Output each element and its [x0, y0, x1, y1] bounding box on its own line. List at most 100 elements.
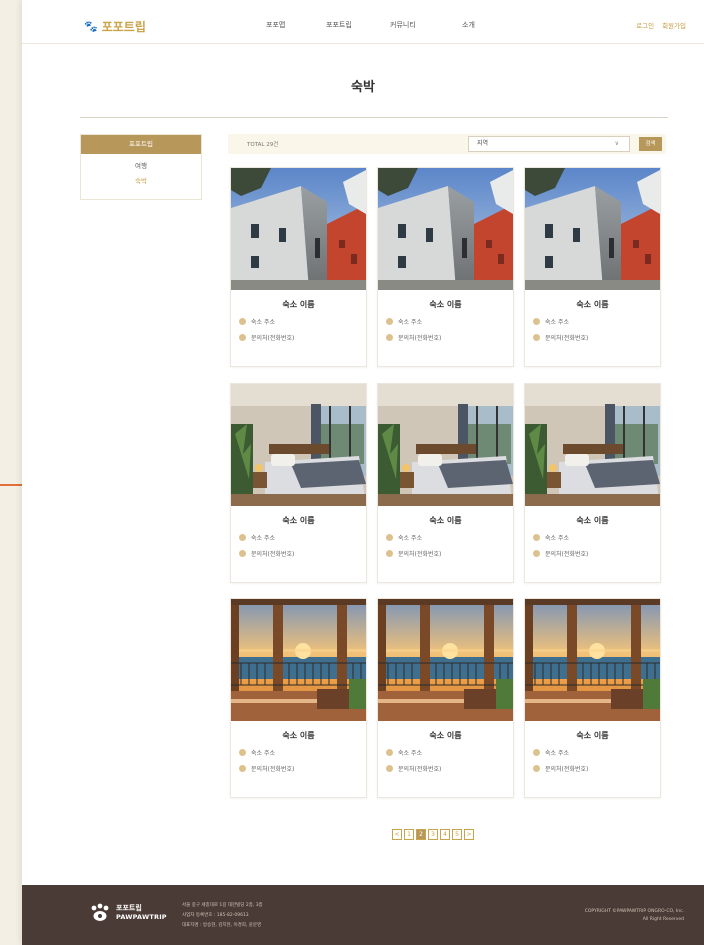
lodging-photo[interactable] — [378, 599, 513, 721]
nav-item-community[interactable]: 커뮤니티 — [390, 20, 462, 30]
footer-business-number: 사업자 등록번호 : 185-82-09613 — [182, 913, 249, 918]
page-1[interactable]: 1 — [404, 829, 414, 840]
lodging-photo[interactable] — [525, 384, 660, 506]
site-header: 🐾 포포트립 포포맵 포포트립 커뮤니티 소개 로그인 회원가입 — [22, 0, 704, 44]
lodging-photo[interactable] — [378, 168, 513, 290]
lodging-address: 숙소 주소 — [398, 750, 422, 757]
site-footer: 포포트립 PAWPAWTRIP 서울 중구 세종대로 1길 대한빌딩 2층, 3… — [22, 885, 704, 945]
paw-icon: 🐾 — [84, 20, 98, 33]
lodging-card[interactable]: 숙소 이름 숙소 주소 문의처(전화번호) — [230, 598, 367, 798]
lodging-address-row: 숙소 주소 — [239, 317, 366, 326]
next-page-button[interactable]: > — [464, 829, 474, 840]
lodging-contact-row: 문의처(전화번호) — [533, 764, 660, 773]
lodging-address: 숙소 주소 — [251, 750, 275, 757]
lodging-card[interactable]: 숙소 이름 숙소 주소 문의처(전화번호) — [377, 598, 514, 798]
footer-copyright: COPYRIGHT ©PAWPAWTRIP ONGRO-CO, Inc. All… — [585, 908, 684, 924]
lodging-address-row: 숙소 주소 — [386, 533, 513, 542]
phone-icon — [239, 765, 246, 772]
lodging-card[interactable]: 숙소 이름 숙소 주소 문의처(전화번호) — [524, 383, 661, 583]
lodging-name[interactable]: 숙소 이름 — [231, 730, 366, 741]
nav-item-map[interactable]: 포포맵 — [266, 20, 326, 30]
lodging-photo[interactable] — [231, 599, 366, 721]
location-icon — [386, 318, 393, 325]
lodging-contact: 문의처(전화번호) — [251, 551, 295, 558]
lodging-photo[interactable] — [378, 384, 513, 506]
logo-text: 포포트립 — [101, 20, 146, 34]
region-select[interactable]: 지역 ∨ — [468, 136, 630, 152]
side-marker — [0, 484, 22, 486]
lodging-name[interactable]: 숙소 이름 — [231, 299, 366, 310]
lodging-address: 숙소 주소 — [251, 319, 275, 326]
page-3[interactable]: 3 — [428, 829, 438, 840]
lodging-card[interactable]: 숙소 이름 숙소 주소 문의처(전화번호) — [377, 383, 514, 583]
chevron-down-icon: ∨ — [614, 140, 619, 147]
lodging-address-row: 숙소 주소 — [239, 748, 366, 757]
lodging-name[interactable]: 숙소 이름 — [378, 299, 513, 310]
lodging-name[interactable]: 숙소 이름 — [378, 730, 513, 741]
login-link[interactable]: 로그인 — [636, 20, 654, 30]
total-count: TOTAL 29건 — [247, 142, 279, 148]
footer-representatives: 대표자명 : 방승현, 김지현, 이경희, 윤문영 — [182, 923, 262, 928]
page-2[interactable]: 2 — [416, 829, 426, 840]
lodging-name[interactable]: 숙소 이름 — [525, 299, 660, 310]
phone-icon — [386, 334, 393, 341]
sidebar-heading: 포포트립 — [81, 135, 201, 154]
nav-item-trip[interactable]: 포포트립 — [326, 20, 390, 30]
lodging-photo[interactable] — [231, 384, 366, 506]
search-button[interactable]: 검색 — [639, 137, 662, 151]
lodging-address-row: 숙소 주소 — [239, 533, 366, 542]
phone-icon — [386, 765, 393, 772]
lodging-name[interactable]: 숙소 이름 — [525, 730, 660, 741]
page-4[interactable]: 4 — [440, 829, 450, 840]
lodging-card[interactable]: 숙소 이름 숙소 주소 문의처(전화번호) — [230, 383, 367, 583]
lodging-card[interactable]: 숙소 이름 숙소 주소 문의처(전화번호) — [524, 167, 661, 367]
lodging-address: 숙소 주소 — [545, 319, 569, 326]
lodging-name[interactable]: 숙소 이름 — [525, 515, 660, 526]
lodging-photo[interactable] — [525, 599, 660, 721]
lodging-name[interactable]: 숙소 이름 — [378, 515, 513, 526]
lodging-contact-row: 문의처(전화번호) — [386, 549, 513, 558]
lodging-card[interactable]: 숙소 이름 숙소 주소 문의처(전화번호) — [524, 598, 661, 798]
location-icon — [239, 534, 246, 541]
sidebar-item-travel[interactable]: 여행 — [81, 160, 201, 170]
lodging-contact: 문의처(전화번호) — [398, 766, 442, 773]
lodging-contact: 문의처(전화번호) — [545, 551, 589, 558]
location-icon — [533, 749, 540, 756]
prev-page-button[interactable]: < — [392, 829, 402, 840]
lodging-address: 숙소 주소 — [398, 319, 422, 326]
main-nav: 포포맵 포포트립 커뮤니티 소개 — [266, 20, 502, 30]
lodging-contact-row: 문의처(전화번호) — [533, 333, 660, 342]
phone-icon — [533, 765, 540, 772]
lodging-address: 숙소 주소 — [545, 535, 569, 542]
location-icon — [533, 318, 540, 325]
phone-icon — [239, 334, 246, 341]
lodging-contact-row: 문의처(전화번호) — [239, 764, 366, 773]
lodging-address-row: 숙소 주소 — [533, 533, 660, 542]
filter-bar: TOTAL 29건 지역 ∨ 검색 — [228, 134, 666, 154]
lodging-contact: 문의처(전화번호) — [251, 766, 295, 773]
lodging-card[interactable]: 숙소 이름 숙소 주소 문의처(전화번호) — [377, 167, 514, 367]
lodging-photo[interactable] — [525, 168, 660, 290]
sidebar-item-lodging[interactable]: 숙박 — [81, 175, 201, 185]
nav-item-about[interactable]: 소개 — [462, 20, 502, 30]
lodging-contact: 문의처(전화번호) — [398, 551, 442, 558]
copyright-line-1: COPYRIGHT ©PAWPAWTRIP ONGRO-CO, Inc. — [584, 909, 684, 914]
lodging-address-row: 숙소 주소 — [386, 748, 513, 757]
lodging-name[interactable]: 숙소 이름 — [231, 515, 366, 526]
phone-icon — [533, 550, 540, 557]
lodging-contact-row: 문의처(전화번호) — [239, 333, 366, 342]
footer-brand-en: PAWPAWTRIP — [116, 913, 167, 921]
lodging-photo[interactable] — [231, 168, 366, 290]
lodging-contact-row: 문의처(전화번호) — [386, 764, 513, 773]
category-sidebar: 포포트립 여행 숙박 — [80, 134, 202, 200]
location-icon — [239, 318, 246, 325]
lodging-contact-row: 문의처(전화번호) — [533, 549, 660, 558]
lodging-address: 숙소 주소 — [398, 535, 422, 542]
page-5[interactable]: 5 — [452, 829, 462, 840]
lodging-card[interactable]: 숙소 이름 숙소 주소 문의처(전화번호) — [230, 167, 367, 367]
lodging-contact-row: 문의처(전화번호) — [386, 333, 513, 342]
signup-link[interactable]: 회원가입 — [662, 20, 686, 30]
site-logo[interactable]: 🐾 포포트립 — [84, 18, 146, 35]
copyright-line-2: All Right Reserved — [642, 917, 684, 922]
phone-icon — [533, 334, 540, 341]
